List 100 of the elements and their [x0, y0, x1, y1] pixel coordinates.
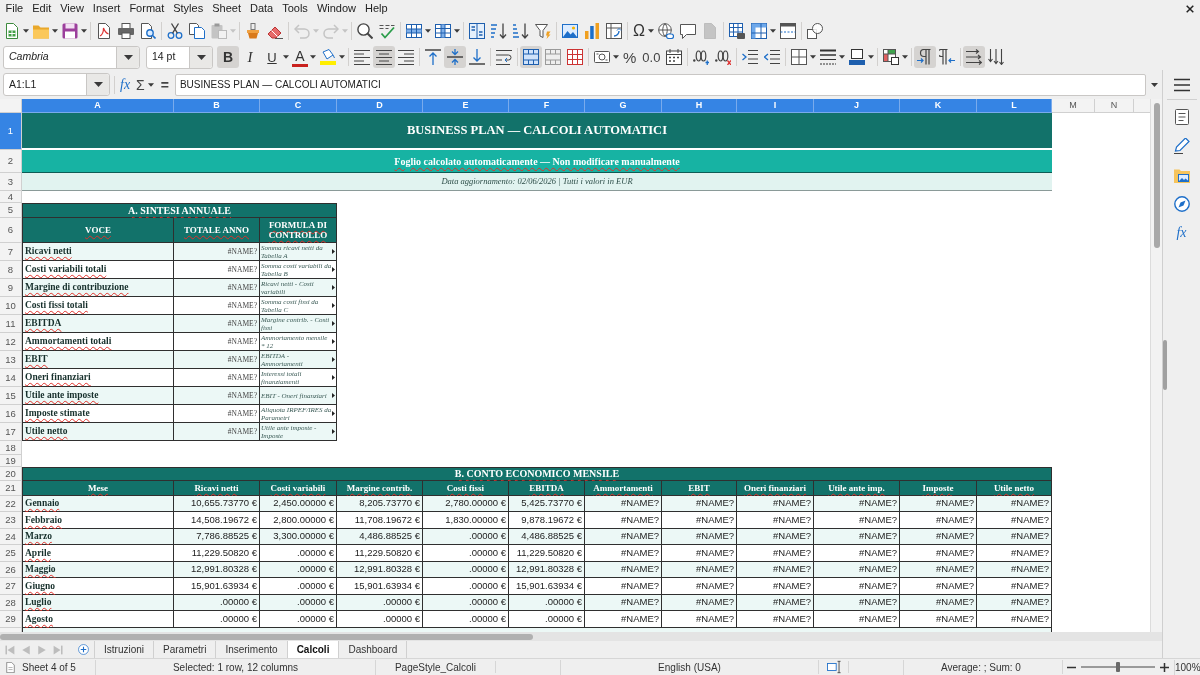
menu-item[interactable]: View [55, 3, 89, 14]
align-bottom-button[interactable] [466, 46, 488, 68]
close-icon[interactable] [1186, 4, 1194, 13]
document-magnifier-icon[interactable] [140, 22, 156, 39]
dropdown-button[interactable] [86, 74, 109, 95]
row-header[interactable]: 24 [0, 529, 22, 545]
line-style-icon[interactable] [820, 49, 837, 65]
search-icon[interactable] [357, 22, 373, 39]
caret-icon[interactable] [839, 55, 846, 59]
row-header[interactable]: 4 [0, 191, 22, 203]
equals-button[interactable]: = [160, 77, 169, 92]
compass-icon[interactable] [1173, 196, 1190, 212]
menu-item[interactable]: Window [312, 3, 361, 14]
menu-item[interactable]: Data [245, 3, 278, 14]
borders-icon[interactable] [791, 49, 808, 65]
table-rows-icon[interactable] [406, 22, 422, 39]
row-header[interactable]: 3 [0, 173, 22, 191]
split-window-icon[interactable] [779, 22, 796, 39]
align-middle-button[interactable] [444, 46, 466, 68]
column-header[interactable]: G [585, 99, 662, 113]
row-header[interactable]: 12 [0, 333, 22, 351]
shapes-icon[interactable] [806, 22, 823, 39]
column-header[interactable]: J [814, 99, 900, 113]
selection-mode-icon[interactable] [826, 660, 841, 674]
column-header[interactable]: K [900, 99, 977, 113]
menu-item[interactable]: Edit [27, 3, 56, 14]
border-color-icon[interactable] [849, 49, 866, 65]
sort-icon[interactable] [469, 22, 485, 39]
column-header[interactable]: A [22, 99, 174, 113]
column-header[interactable]: C [260, 99, 337, 113]
align-center-button[interactable] [373, 46, 395, 68]
row-header[interactable]: 28 [0, 595, 22, 611]
caret-icon[interactable] [147, 82, 154, 87]
caret-icon[interactable] [769, 28, 776, 33]
row-header[interactable]: 19 [0, 455, 22, 467]
menu-item[interactable]: File [1, 3, 28, 14]
row-header[interactable]: 21 [0, 481, 22, 496]
scrollbar-thumb[interactable] [0, 633, 533, 640]
bold-button[interactable]: B [217, 46, 239, 68]
row-header[interactable]: 7 [0, 243, 22, 261]
row-header[interactable]: 29 [0, 611, 22, 628]
caret-icon[interactable] [52, 28, 58, 33]
sheet-tab[interactable]: Calcoli [287, 641, 340, 658]
menu-item[interactable]: Insert [88, 3, 125, 14]
caret-icon[interactable] [81, 28, 87, 33]
bar-chart-icon[interactable] [584, 22, 600, 39]
highlighter-icon[interactable] [320, 49, 336, 65]
caret-icon[interactable] [613, 55, 619, 59]
conditional-format-icon[interactable] [883, 49, 900, 65]
row-header[interactable]: 18 [0, 441, 22, 455]
image-folder-icon[interactable] [1173, 167, 1190, 183]
globe-link-icon[interactable] [657, 22, 674, 39]
italic-button[interactable]: I [239, 46, 261, 68]
special-character-button[interactable]: Ω [633, 22, 645, 39]
pivot-table-icon[interactable] [606, 22, 622, 39]
spreadsheet-document-icon[interactable] [4, 22, 20, 39]
table-printer-icon[interactable] [728, 22, 745, 39]
column-header[interactable]: B [174, 99, 260, 113]
speech-bubble-icon[interactable] [679, 22, 696, 39]
scissors-icon[interactable] [167, 22, 183, 39]
menu-item[interactable]: Format [124, 3, 169, 14]
row-header[interactable]: 9 [0, 279, 22, 297]
indent-decrease-icon[interactable] [764, 49, 781, 65]
row-header[interactable]: 16 [0, 405, 22, 423]
sort-ascending-icon[interactable] [491, 22, 507, 39]
menu-item[interactable]: Sheet [207, 3, 246, 14]
sort-descending-icon[interactable] [513, 22, 529, 39]
zoom-slider-thumb[interactable] [1116, 662, 1120, 672]
sidebar-handle[interactable] [1163, 340, 1167, 390]
font-color-button[interactable]: A [292, 47, 308, 67]
functions-button[interactable]: fx [1176, 225, 1187, 241]
name-box[interactable]: A1:L1 [3, 73, 110, 96]
table-columns-icon[interactable] [435, 22, 451, 39]
caret-icon[interactable] [425, 28, 431, 33]
row-header[interactable]: 17 [0, 423, 22, 441]
row-header[interactable]: 8 [0, 261, 22, 279]
column-header[interactable]: M [1052, 99, 1095, 113]
caret-icon[interactable] [454, 28, 460, 33]
horizontal-text-button[interactable] [963, 46, 986, 68]
merge-center-button[interactable] [520, 46, 542, 68]
dropdown-button[interactable] [189, 46, 212, 68]
row-header[interactable]: 27 [0, 578, 22, 595]
caret-icon[interactable] [902, 55, 909, 59]
percent-button[interactable]: % [623, 49, 637, 65]
function-wizard-button[interactable]: fx [120, 77, 131, 92]
column-header[interactable]: E [423, 99, 509, 113]
row-header[interactable]: 1 [0, 113, 22, 150]
row-header[interactable]: 22 [0, 496, 22, 512]
column-header[interactable]: I [737, 99, 814, 113]
menu-item[interactable]: Tools [277, 3, 313, 14]
caret-icon[interactable] [647, 28, 654, 33]
pdf-document-icon[interactable] [96, 22, 112, 39]
plus-icon[interactable] [1160, 662, 1169, 672]
dropdown-button[interactable] [116, 46, 139, 68]
filter-icon[interactable] [535, 22, 551, 39]
font-name-field[interactable]: Cambria [3, 45, 140, 69]
indent-increase-icon[interactable] [742, 49, 759, 65]
row-header[interactable]: 14 [0, 369, 22, 387]
row-header[interactable]: 6 [0, 218, 22, 243]
column-header[interactable]: F [509, 99, 585, 113]
